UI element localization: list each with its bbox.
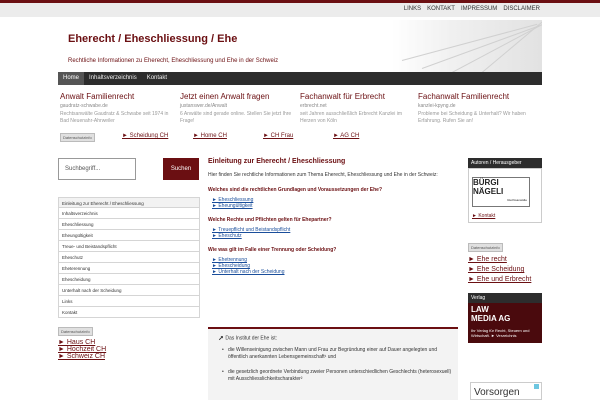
ad-item[interactable]: Fachanwalt Familienrecht kanzlei-kpyng.d… (418, 92, 533, 125)
authors-box: BÜRGI NÄGELI Rechtsanwälte ► Kontakt (468, 168, 542, 223)
definition-list: die Willenseinigung zwischen Mann und Fr… (222, 347, 452, 391)
ad-link-frau[interactable]: ► CH Frau (263, 133, 293, 139)
site-title[interactable]: Eherecht / Eheschliessung / Ehe (68, 33, 237, 45)
top-links: LINKS KONTAKT IMPRESSUM DISCLAIMER (404, 6, 540, 12)
pin-icon (218, 335, 224, 341)
ad-url: kanzlei-kpyng.de (418, 103, 456, 109)
ad-title[interactable]: Fachanwalt für Erbrecht (300, 92, 415, 101)
header-image (392, 20, 542, 72)
ad-item[interactable]: Jetzt einen Anwalt fragen justanswer.de/… (180, 92, 295, 125)
authors-kontakt-link[interactable]: ► Kontakt (472, 213, 495, 219)
sidebar-ad-link[interactable]: ► Haus CH (58, 339, 200, 346)
main-content: Einleitung zur Eherecht / Eheschliessung… (208, 158, 460, 275)
publisher-box: Verlag LAW MEDIA AG Ihr Verlag für Recht… (468, 293, 542, 343)
section-question: Welche Rechte und Pflichten gelten für E… (208, 217, 332, 223)
ad-desc: seit Jahren ausschließlich Erbrecht Kanz… (300, 111, 402, 124)
main-nav: Home Inhaltsverzeichnis Kontakt (58, 72, 542, 85)
nav-home[interactable]: Home (58, 72, 85, 85)
sidebar-item-ehescheidung[interactable]: Ehescheidung (58, 274, 200, 285)
publisher-heading: Verlag (468, 293, 542, 303)
top-bar: LINKS KONTAKT IMPRESSUM DISCLAIMER (0, 0, 600, 17)
definition-item: die gesetzlich geordnete Verbindung zwei… (222, 369, 452, 383)
top-link-disclaimer[interactable]: DISCLAIMER (503, 6, 540, 12)
content-link-eheschutz[interactable]: ► Eheschutz (212, 233, 460, 239)
ad-choices-icon[interactable] (534, 384, 539, 389)
publisher-logo-line2: MEDIA AG (471, 314, 511, 323)
ad-title[interactable]: Jetzt einen Anwalt fragen (180, 92, 295, 101)
intro-text: Hier finden Sie rechtliche Informationen… (208, 172, 438, 178)
publisher-desc: Ihr Verlag für Recht, Steuern und Wirtsc… (471, 328, 530, 338)
ad-link-scheidung[interactable]: ► Scheidung CH (122, 133, 168, 139)
top-link-links[interactable]: LINKS (404, 6, 421, 12)
sidebar-item-eheschliessung[interactable]: Eheschliessung (58, 219, 200, 230)
sidebar-ad-link[interactable]: ► Hochzeit CH (58, 346, 200, 353)
search-button[interactable]: Suchen (163, 158, 199, 180)
logo-line2: NÄGELI (473, 187, 504, 196)
ad-banner: Anwalt Familienrecht gaudratz-schwabe.de… (58, 90, 542, 142)
sidebar-menu: Einleitung zur Eherecht / Eheschliessung… (58, 197, 200, 318)
section-links: ► Treuepflicht und Beistandspflicht ► Eh… (208, 227, 460, 239)
right-ad-links: Datenschutzinfo ► Ehe recht ► Ehe Scheid… (468, 243, 542, 285)
search-input[interactable]: Suchbegriff... (58, 158, 136, 180)
site-subtitle: Rechtliche Informationen zu Eherecht, Eh… (68, 58, 279, 64)
right-ad-link[interactable]: ► Ehe und Erbrecht (468, 275, 542, 285)
ad-desc: Probleme bei Scheidung & Unterhalt? Wir … (418, 111, 526, 124)
sidebar-item-eheungueltigkeit[interactable]: Eheungültigkeit (58, 230, 200, 241)
ad-link-ag[interactable]: ► AG CH (333, 133, 359, 139)
ad-desc: Rechtsanwälte Gaudratz & Schwabe seit 19… (60, 111, 169, 124)
top-link-impressum[interactable]: IMPRESSUM (461, 6, 497, 12)
publisher-logo-line1: LAW (471, 305, 489, 314)
search-placeholder: Suchbegriff... (65, 166, 101, 172)
definition-intro-text: Das Institut der Ehe ist: (225, 335, 278, 342)
sidebar-item-links[interactable]: Links (58, 296, 200, 307)
definition-item: die Willenseinigung zwischen Mann und Fr… (222, 347, 452, 361)
authors-heading: Autoren / Herausgeber (468, 158, 542, 168)
ad-link-home[interactable]: ► Home CH (193, 133, 227, 139)
sidebar-item-treuepflicht[interactable]: Treue- und Beistandspflicht (58, 241, 200, 252)
logo-line1: BÜRGI (473, 178, 499, 187)
bottom-ad-text: Vorsorgen (474, 387, 520, 398)
content-link-eheungueltigkeit[interactable]: ► Eheungültigkeit (212, 203, 460, 209)
site-header: Eherecht / Eheschliessung / Ehe Rechtlic… (58, 20, 542, 72)
definition-intro: Das Institut der Ehe ist: (218, 335, 277, 341)
privacy-info-badge[interactable]: Datenschutzinfo (468, 243, 503, 252)
content-link-unterhalt[interactable]: ► Unterhalt nach der Scheidung (212, 269, 460, 275)
law-media-logo[interactable]: LAW MEDIA AG Ihr Verlag für Recht, Steue… (468, 303, 542, 343)
bottom-ad[interactable]: Vorsorgen (470, 382, 542, 400)
ad-url: justanswer.de/Anwalt (180, 103, 227, 109)
sidebar-item-unterhalt[interactable]: Unterhalt nach der Scheidung (58, 285, 200, 296)
nav-kontakt[interactable]: Kontakt (142, 72, 172, 85)
ad-item[interactable]: Fachanwalt für Erbrecht erbrecht.net sei… (300, 92, 415, 125)
ad-url: gaudratz-schwabe.de (60, 103, 108, 109)
sidebar-ad-link[interactable]: ► Schweiz CH (58, 353, 200, 360)
right-sidebar: Autoren / Herausgeber BÜRGI NÄGELI Recht… (468, 158, 542, 285)
logo-small: Rechtsanwälte (507, 198, 527, 202)
section-question: Welches sind die rechtlichen Grundlagen … (208, 187, 383, 193)
nav-inhaltsverzeichnis[interactable]: Inhaltsverzeichnis (84, 72, 142, 85)
ad-title[interactable]: Anwalt Familienrecht (60, 92, 175, 101)
sidebar-item-einleitung[interactable]: Einleitung zur Eherecht / Eheschliessung (58, 197, 200, 208)
section-links: ► Ehetrennung ► Ehescheidung ► Unterhalt… (208, 257, 460, 275)
section-question: Wie was gilt im Falle einer Trennung ode… (208, 247, 337, 253)
sidebar-item-kontakt[interactable]: Kontakt (58, 307, 200, 318)
right-ad-link[interactable]: ► Ehe recht (468, 255, 542, 265)
section-links: ► Eheschliessung ► Eheungültigkeit (208, 197, 460, 209)
definition-box: Das Institut der Ehe ist: die Willensein… (208, 327, 458, 400)
page-title: Einleitung zur Eherecht / Eheschliessung (208, 158, 346, 165)
right-ad-link[interactable]: ► Ehe Scheidung (468, 265, 542, 275)
sidebar-ad-links: Datenschutzinfo ► Haus CH ► Hochzeit CH … (58, 327, 200, 360)
buergi-naegeli-logo[interactable]: BÜRGI NÄGELI Rechtsanwälte (472, 177, 530, 207)
privacy-info-badge[interactable]: Datenschutzinfo (60, 133, 95, 142)
ad-link-bar: Datenschutzinfo ► Scheidung CH ► Home CH… (58, 132, 542, 142)
ad-url: erbrecht.net (300, 103, 327, 109)
ad-title[interactable]: Fachanwalt Familienrecht (418, 92, 533, 101)
top-link-kontakt[interactable]: KONTAKT (427, 6, 455, 12)
ad-desc: 6 Anwälte sind gerade online. Stellen Si… (180, 111, 292, 124)
sidebar-item-ehetrennung[interactable]: Eheterennung (58, 263, 200, 274)
sidebar-item-eheschutz[interactable]: Eheschutz (58, 252, 200, 263)
ad-item[interactable]: Anwalt Familienrecht gaudratz-schwabe.de… (60, 92, 175, 125)
privacy-info-badge[interactable]: Datenschutzinfo (58, 327, 93, 336)
sidebar-item-inhaltsverzeichnis[interactable]: Inhaltsverzeichnis (58, 208, 200, 219)
